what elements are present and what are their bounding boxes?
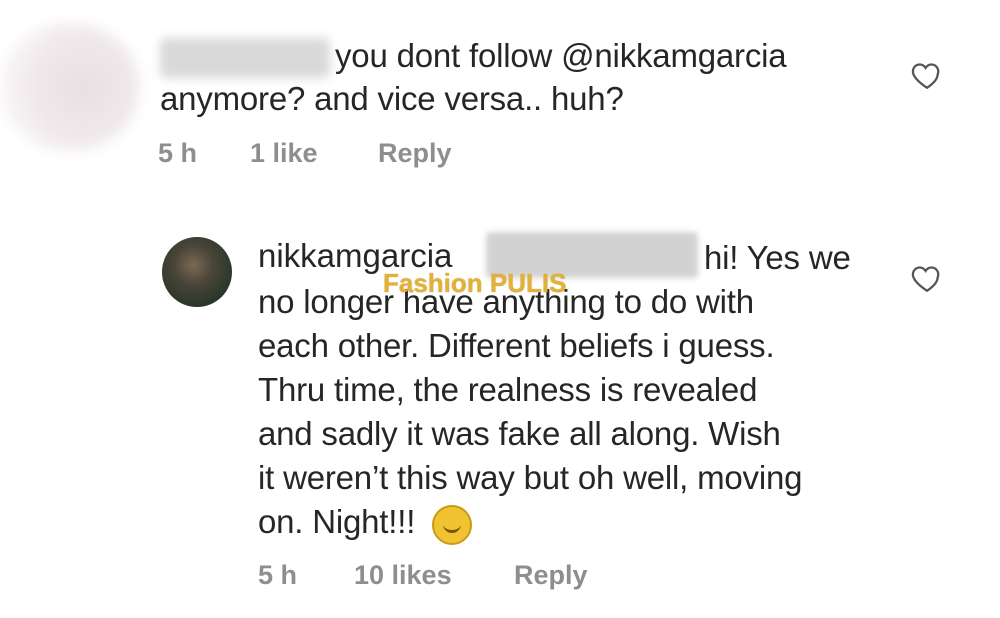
heart-icon[interactable] xyxy=(910,261,944,295)
heart-icon[interactable] xyxy=(910,58,944,92)
avatar[interactable] xyxy=(162,237,232,307)
comment-2-reply-button[interactable]: Reply xyxy=(514,560,588,591)
comment-2-text-line-6: it weren’t this way but oh well, moving xyxy=(258,459,803,496)
comment-2-time: 5 h xyxy=(258,560,298,590)
comment-2-text-line-5: and sadly it was fake all along. Wish xyxy=(258,415,781,452)
comment-1-text-line-2: anymore? and vice versa.. huh? xyxy=(160,80,624,117)
blurred-avatar[interactable] xyxy=(0,22,140,152)
comment-2-text-line-1: hi! Yes we xyxy=(704,239,851,276)
comment-2-likes[interactable]: 10 likes xyxy=(354,560,452,591)
comment-1-time: 5 h xyxy=(158,138,198,168)
watermark: Fashion PULIS xyxy=(383,268,567,298)
comment-1-reply-button[interactable]: Reply xyxy=(378,138,452,169)
comment-1-text-line-1: you dont follow @nikkamgarcia xyxy=(335,37,787,74)
comment-2-text-line-3: each other. Different beliefs i guess. xyxy=(258,327,775,364)
comment-1-likes[interactable]: 1 like xyxy=(250,138,318,169)
smiley-emoji-icon xyxy=(432,505,472,545)
comment-2-text-line-7: on. Night!!! xyxy=(258,503,416,540)
blurred-username[interactable] xyxy=(160,38,330,78)
comment-2-text-line-4: Thru time, the realness is revealed xyxy=(258,371,758,408)
